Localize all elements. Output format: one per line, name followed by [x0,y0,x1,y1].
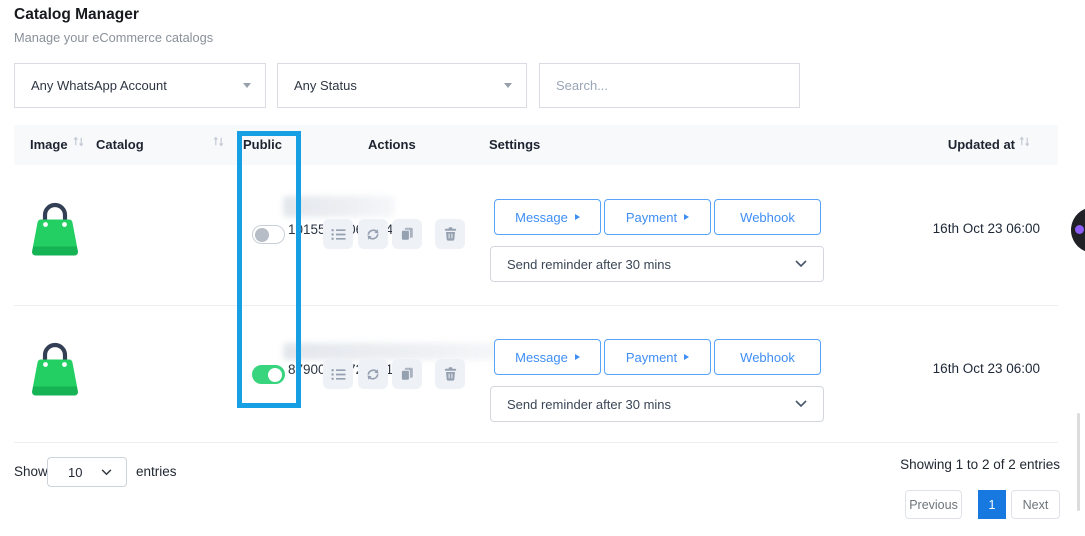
trash-icon [444,367,457,381]
page-size-select[interactable]: 10 [47,457,127,487]
chevron-down-icon [504,83,512,88]
catalog-name-redacted [283,196,395,217]
whatsapp-account-value: Any WhatsApp Account [31,78,167,93]
table-bottom-divider [14,442,1058,443]
copy-button[interactable] [392,219,422,249]
column-header-public[interactable]: Public [243,137,282,152]
updated-at: 16th Oct 23 06:00 [933,361,1040,376]
submenu-caret-icon [684,214,689,220]
entries-summary: Showing 1 to 2 of 2 entries [900,457,1060,472]
catalog-name-redacted [283,343,506,360]
toggle-knob [268,368,282,382]
column-header-catalog[interactable]: Catalog [96,137,144,152]
sync-button[interactable] [358,359,388,389]
toggle-knob [255,228,269,242]
search-input[interactable] [539,63,800,108]
sync-icon [366,228,380,241]
reminder-select[interactable]: Send reminder after 30 mins [490,386,824,422]
column-header-image[interactable]: Image [30,137,68,152]
submenu-caret-icon [575,354,580,360]
previous-page-button[interactable]: Previous [905,490,962,519]
next-page-button[interactable]: Next [1011,490,1060,519]
list-icon [331,228,346,241]
updated-at: 16th Oct 23 06:00 [933,221,1040,236]
payment-button[interactable]: Payment [604,339,711,375]
webhook-button[interactable]: Webhook [714,199,821,235]
sort-icon[interactable] [1018,135,1031,148]
page-size-value: 10 [68,465,82,480]
column-header-actions[interactable]: Actions [368,137,416,152]
chevron-down-icon [795,260,807,268]
delete-button[interactable] [435,359,465,389]
submenu-caret-icon [684,354,689,360]
public-toggle[interactable] [252,365,285,384]
webhook-button[interactable]: Webhook [714,339,821,375]
column-header-settings[interactable]: Settings [489,137,540,152]
pagination: Previous 1 Next [905,490,1060,519]
reminder-select[interactable]: Send reminder after 30 mins [490,246,824,282]
status-value: Any Status [294,78,357,93]
sort-icon[interactable] [72,135,85,148]
sync-button[interactable] [358,219,388,249]
column-header-updated-at[interactable]: Updated at [948,137,1015,152]
message-button[interactable]: Message [494,199,601,235]
floating-widget-dot-icon [1075,225,1084,234]
chevron-down-icon [243,83,251,88]
copy-button[interactable] [392,359,422,389]
list-items-button[interactable] [323,219,353,249]
list-icon [331,368,346,381]
chevron-down-icon [101,469,112,476]
catalog-manager-page: Catalog Manager Manage your eCommerce ca… [0,0,1085,536]
entries-label: entries [136,464,177,479]
message-button[interactable]: Message [494,339,601,375]
public-toggle[interactable] [252,225,285,244]
page-subtitle: Manage your eCommerce catalogs [14,30,213,45]
whatsapp-account-select[interactable]: Any WhatsApp Account [14,63,266,108]
copy-icon [400,227,414,241]
list-items-button[interactable] [323,359,353,389]
sort-icon[interactable] [212,135,225,148]
current-page-button[interactable]: 1 [978,490,1006,519]
status-select[interactable]: Any Status [277,63,527,108]
copy-icon [400,367,414,381]
chevron-down-icon [795,400,807,408]
show-label: Show [14,464,48,479]
sync-icon [366,368,380,381]
trash-icon [444,227,457,241]
delete-button[interactable] [435,219,465,249]
page-title: Catalog Manager [14,6,139,24]
table-header: Image Catalog Public Actions Settings Up… [14,125,1058,165]
reminder-value: Send reminder after 30 mins [507,257,671,272]
catalog-image [30,337,80,399]
table-row: 1015597906488436 Message Payment Webhook… [0,165,1085,305]
scrollbar-thumb[interactable] [1077,413,1080,511]
submenu-caret-icon [575,214,580,220]
catalog-image [30,197,80,259]
payment-button[interactable]: Payment [604,199,711,235]
table-row: 879000787226714 Message Payment Webhook … [0,305,1085,447]
reminder-value: Send reminder after 30 mins [507,397,671,412]
